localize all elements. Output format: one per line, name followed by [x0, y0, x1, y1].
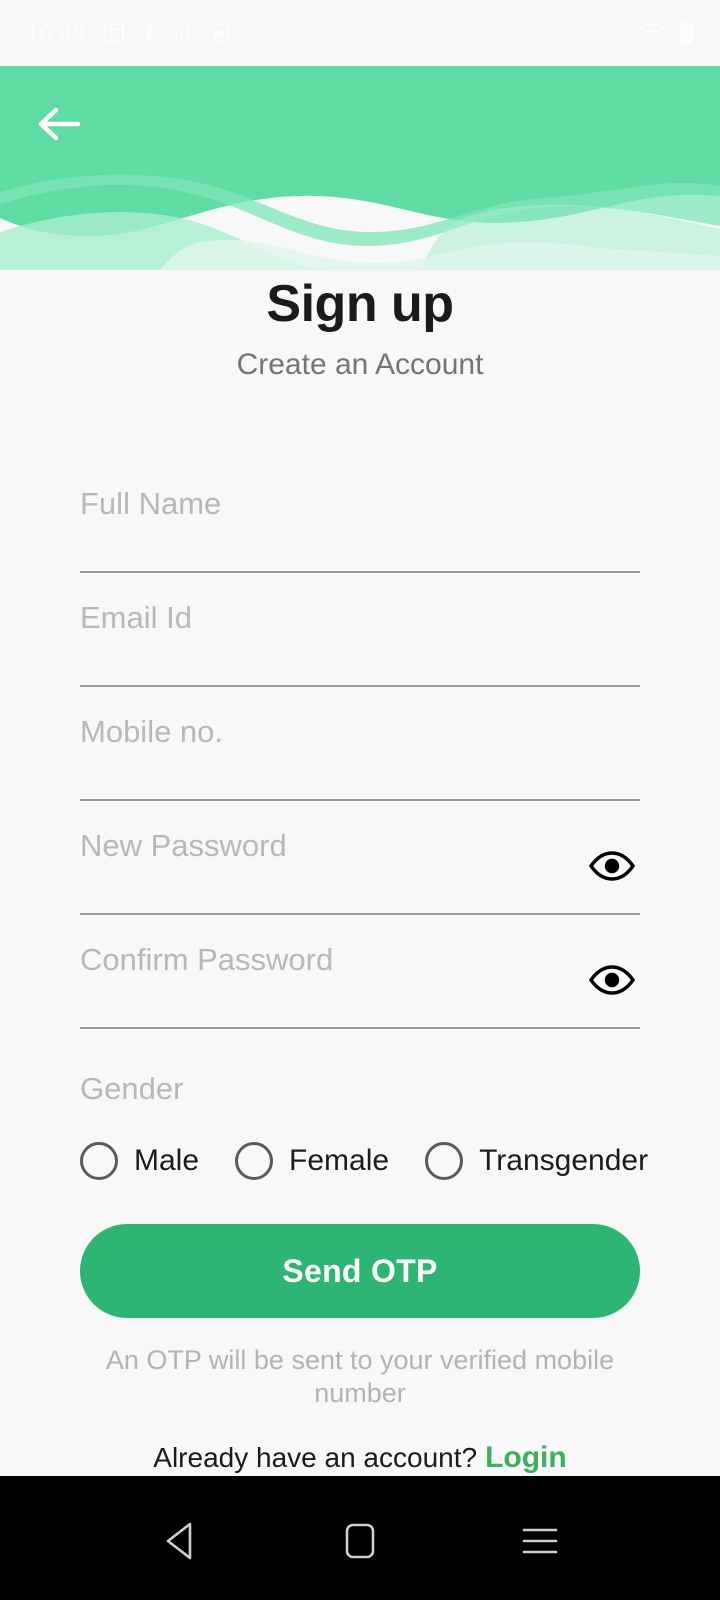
screenshot-icon	[103, 22, 125, 44]
field-new-password[interactable]	[80, 801, 640, 916]
field-mobile-no[interactable]	[80, 687, 640, 802]
gender-section: Gender Male Female Transgender	[80, 1071, 648, 1181]
eye-icon	[589, 965, 635, 995]
page-subtitle: Create an Account	[236, 348, 484, 382]
vibrate-icon	[173, 24, 197, 42]
recents-nav-button[interactable]	[497, 1498, 583, 1584]
mobile-no-input[interactable]	[80, 714, 640, 773]
new-password-input[interactable]	[80, 828, 640, 887]
login-prompt-row: Already have an account? Login	[80, 1440, 640, 1476]
signup-form: Gender Male Female Transgender	[80, 459, 648, 1476]
hamburger-recents-icon	[522, 1528, 558, 1554]
status-bar-clock: 10:49	[26, 19, 87, 46]
gender-option-transgender[interactable]: Transgender	[425, 1142, 649, 1181]
full-name-input[interactable]	[80, 486, 640, 545]
gender-option-female[interactable]: Female	[235, 1142, 390, 1181]
back-button[interactable]	[26, 92, 90, 156]
email-id-input[interactable]	[80, 600, 640, 659]
login-link[interactable]: Login	[485, 1441, 567, 1474]
login-prompt-text: Already have an account?	[153, 1442, 478, 1474]
status-bar: 10:49	[0, 0, 720, 66]
signup-screen: 10:49 Sign up Create an Account Full Nam…	[0, 0, 720, 1600]
wifi-icon	[639, 23, 665, 43]
radio-circle-icon	[80, 1142, 118, 1181]
sim-icon	[214, 22, 230, 44]
gender-option-label: Male	[134, 1144, 200, 1178]
title-block: Sign up Create an Account	[80, 204, 640, 383]
gender-option-label: Transgender	[479, 1144, 649, 1178]
field-full-name[interactable]	[80, 459, 640, 574]
status-bar-right	[639, 21, 694, 45]
android-nav-bar	[0, 1476, 720, 1600]
radio-circle-icon	[425, 1142, 464, 1181]
gender-option-label: Female	[289, 1144, 390, 1178]
battery-icon	[679, 21, 694, 45]
field-email-id[interactable]	[80, 573, 640, 688]
main-content: Sign up Create an Account Full Name Emai…	[0, 204, 720, 1476]
send-otp-button[interactable]: Send OTP	[80, 1224, 640, 1319]
page-title: Sign up	[266, 275, 454, 333]
app-header	[0, 66, 720, 270]
eye-icon	[589, 851, 635, 881]
bluetooth-icon	[142, 22, 156, 44]
gender-radio-group: Male Female Transgender	[80, 1142, 648, 1181]
status-bar-left: 10:49	[26, 19, 230, 46]
radio-circle-icon	[235, 1142, 274, 1181]
triangle-back-icon	[166, 1522, 192, 1560]
arrow-left-icon	[38, 107, 81, 141]
home-nav-button[interactable]	[317, 1498, 403, 1584]
gender-label: Gender	[80, 1071, 184, 1107]
otp-helper-text: An OTP will be sent to your verified mob…	[105, 1345, 615, 1409]
confirm-password-visibility-toggle[interactable]	[586, 963, 638, 997]
square-home-icon	[345, 1523, 375, 1559]
gender-option-male[interactable]: Male	[80, 1142, 200, 1181]
field-confirm-password[interactable]	[80, 915, 640, 1030]
confirm-password-input[interactable]	[80, 942, 640, 1001]
back-nav-button[interactable]	[137, 1498, 223, 1584]
new-password-visibility-toggle[interactable]	[586, 849, 638, 883]
